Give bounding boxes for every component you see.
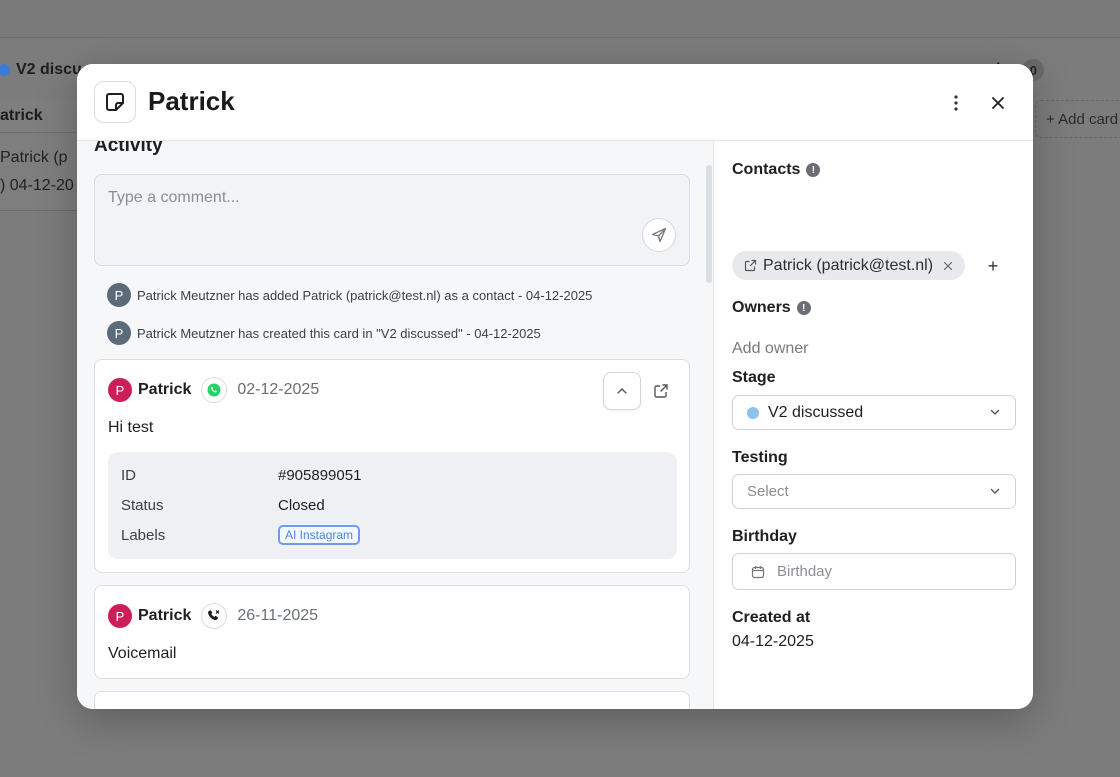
note-card-icon	[94, 81, 136, 123]
card-detail-modal: Patrick Activity P Patrick Meutzner has …	[77, 64, 1033, 709]
message-header: P Patrick 02-12-2025	[108, 377, 319, 403]
chevron-down-icon	[990, 409, 1000, 415]
avatar: P	[108, 604, 132, 628]
message-details: ID #905899051 Status Closed Labels AI In…	[108, 452, 677, 559]
detail-row-labels: Labels AI Instagram	[121, 525, 361, 545]
external-link-icon[interactable]	[649, 379, 673, 403]
column-title: V2 discu	[16, 61, 82, 78]
detail-row-id: ID #905899051	[121, 465, 361, 485]
testing-label: Testing	[732, 449, 788, 466]
stage-value: V2 discussed	[768, 403, 864, 421]
detail-key: Status	[121, 496, 164, 514]
message-date: 02-12-2025	[237, 381, 320, 398]
avatar: P	[108, 378, 132, 402]
remove-contact-icon[interactable]	[943, 261, 953, 271]
info-icon[interactable]: !	[796, 301, 811, 315]
contacts-label: Contacts !	[732, 161, 821, 179]
scrollbar[interactable]	[706, 165, 712, 283]
created-at-label: Created at	[732, 609, 811, 626]
column-header-v2-discussed: V2 discu	[0, 58, 82, 82]
card-title: atrick	[0, 107, 43, 124]
chevron-down-icon	[990, 488, 1000, 494]
log-text: Patrick Meutzner has created this card i…	[137, 325, 541, 341]
card-contact: Patrick (p	[0, 149, 68, 166]
contact-chip[interactable]: Patrick (patrick@test.nl)	[732, 251, 966, 280]
info-icon[interactable]: !	[806, 163, 821, 177]
message-card: P Patrick 02-12-2025 Hi test ID #9058990…	[94, 359, 690, 573]
chevron-up-icon	[617, 388, 627, 394]
message-card	[94, 691, 690, 709]
comment-box	[94, 174, 690, 266]
add-contact-button[interactable]: +	[983, 254, 1003, 278]
owners-label: Owners !	[732, 299, 811, 317]
external-link-icon[interactable]	[744, 259, 757, 272]
add-owner-button[interactable]: Add owner	[732, 340, 809, 358]
add-card-button[interactable]: + Add card	[1035, 100, 1120, 138]
stage-label: Stage	[732, 369, 776, 386]
birthday-placeholder: Birthday	[777, 563, 833, 580]
modal-title: Patrick	[148, 86, 235, 116]
avatar: P	[107, 321, 131, 345]
avatar: P	[107, 283, 131, 307]
whatsapp-icon	[201, 377, 228, 403]
send-comment-button[interactable]	[642, 218, 676, 252]
message-card: P Patrick 26-11-2025 Voicemail	[94, 585, 690, 679]
detail-value: Closed	[278, 496, 325, 514]
comment-input[interactable]	[95, 175, 689, 265]
message-sender: Patrick	[138, 607, 192, 624]
contacts-label-text: Contacts	[732, 161, 801, 178]
birthday-field[interactable]: Birthday	[732, 553, 1016, 590]
card-date: ) 04-12-20	[0, 177, 74, 194]
close-icon[interactable]	[985, 90, 1011, 116]
activity-log-item: P Patrick Meutzner has added Patrick (pa…	[107, 283, 592, 307]
stage-color-dot	[747, 406, 759, 419]
activity-pane: Activity P Patrick Meutzner has added Pa…	[77, 141, 714, 709]
message-body: Hi test	[108, 419, 154, 436]
message-header: P Patrick 26-11-2025	[108, 603, 318, 629]
activity-title: Activity	[94, 141, 163, 156]
testing-select[interactable]: Select	[732, 474, 1016, 509]
modal-header: Patrick	[77, 64, 1033, 141]
message-date: 26-11-2025	[237, 607, 319, 624]
detail-key: Labels	[121, 526, 166, 544]
owners-label-text: Owners	[732, 299, 791, 316]
collapse-button[interactable]	[603, 372, 641, 410]
detail-key: ID	[121, 466, 136, 484]
message-body: Voicemail	[108, 645, 177, 662]
activity-log-item: P Patrick Meutzner has created this card…	[107, 321, 541, 345]
detail-value: #905899051	[278, 466, 362, 484]
send-icon	[651, 227, 667, 243]
log-text: Patrick Meutzner has added Patrick (patr…	[137, 287, 593, 303]
more-options-icon[interactable]	[943, 90, 969, 116]
card-properties-pane: Contacts ! Patrick (patrick@test.nl) + O…	[715, 141, 1033, 709]
stage-select[interactable]: V2 discussed	[732, 395, 1016, 430]
birthday-label: Birthday	[732, 528, 797, 545]
board-top-bar	[0, 0, 1120, 38]
created-at-value: 04-12-2025	[732, 633, 814, 650]
calendar-icon	[751, 565, 765, 578]
detail-row-status: Status Closed	[121, 495, 325, 515]
message-sender: Patrick	[138, 381, 192, 398]
column-status-dot	[0, 64, 10, 76]
phone-icon	[201, 603, 228, 629]
label-chip[interactable]: AI Instagram	[278, 525, 361, 545]
testing-placeholder: Select	[747, 483, 789, 500]
contact-chip-label: Patrick (patrick@test.nl)	[763, 256, 934, 274]
